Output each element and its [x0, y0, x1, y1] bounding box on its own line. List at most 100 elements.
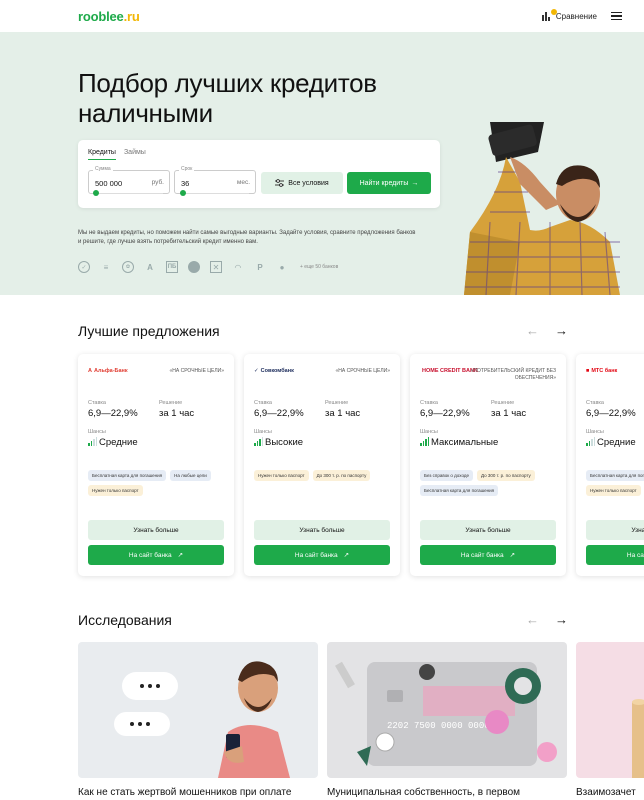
- article-card-image[interactable]: [576, 642, 644, 778]
- arrow-left-icon[interactable]: ←: [526, 323, 539, 338]
- arrow-left-icon[interactable]: ←: [526, 612, 539, 627]
- go-to-bank-label: На сайт банка: [128, 551, 172, 559]
- term-slider-handle[interactable]: [180, 190, 186, 196]
- tab-credits[interactable]: Кредиты: [88, 149, 116, 160]
- article-image-coins: [632, 699, 644, 778]
- offer-tags: Без справок о доходе До 300 т. р. по пасп…: [420, 470, 558, 496]
- alfa-logo-icon: A: [147, 262, 153, 272]
- bank-logo-icon: ✓: [254, 368, 259, 374]
- sber-logo-icon: ✓: [78, 261, 90, 273]
- external-link-icon: ↗: [177, 552, 184, 559]
- go-to-bank-button[interactable]: На сайт банка ↗: [88, 545, 224, 565]
- term-field[interactable]: Срок 36 мес.: [174, 166, 256, 196]
- chances-label: Шансы: [420, 429, 438, 435]
- find-credits-label: Найти кредиты: [359, 179, 409, 187]
- find-credits-button[interactable]: Найти кредиты →: [347, 172, 431, 194]
- offer-card[interactable]: A Альфа-Банк «НА СРОЧНЫЕ ЦЕЛИ» Ставка 6,9—22…: [78, 354, 234, 576]
- learn-more-button[interactable]: Узнать больше: [586, 520, 644, 540]
- bank-name: Альфа-Банк: [93, 368, 128, 374]
- offer-tags: Бесплатная карта для погашенияНа любые ц…: [586, 470, 644, 496]
- article-title[interactable]: Взаимозачет: [576, 787, 636, 798]
- go-to-bank-button[interactable]: На сайт банка↗: [420, 545, 556, 565]
- go-to-bank-label: На сайт банка: [294, 551, 338, 559]
- rate-label: Ставка: [586, 400, 604, 406]
- go-to-bank-button[interactable]: На сайт банка ↗: [254, 545, 390, 565]
- offer-tag: Нужен только паспорт: [254, 470, 309, 481]
- offer-tag: На любые цели: [170, 470, 211, 481]
- tab-loans[interactable]: Займы: [124, 149, 146, 160]
- article-card-image[interactable]: 2202 7500 0000 0000: [327, 642, 567, 778]
- article-image-card: 2202 7500 0000 0000: [335, 661, 557, 766]
- offer-tag: Без справок о доходе: [420, 470, 473, 481]
- offer-card[interactable]: HOME CREDIT BANK «ПОТРЕБИТЕЛЬСКИЙ КРЕДИТ …: [410, 354, 566, 576]
- learn-more-button[interactable]: Узнать больше: [88, 520, 224, 540]
- learn-more-button[interactable]: Узнать больше: [420, 520, 556, 540]
- external-link-icon: ↗: [343, 552, 350, 559]
- rate-label: Ставка: [420, 400, 438, 406]
- article-card-image[interactable]: [78, 642, 318, 778]
- vtb-logo-icon: ≡: [103, 262, 109, 272]
- offers-carousel-arrows: ← →: [526, 323, 568, 338]
- decision-label: Решение: [325, 400, 349, 406]
- arrow-right-icon[interactable]: →: [555, 323, 568, 338]
- decision-value: за 1 час: [325, 408, 361, 419]
- amount-field[interactable]: Сумма 500 000 руб.: [88, 166, 170, 196]
- chances-meter-icon: [586, 437, 595, 446]
- rate-value: 6,9—22,9%: [254, 408, 304, 419]
- program-name: «НА СРОЧНЫЕ ЦЕЛИ»: [335, 368, 390, 374]
- amount-slider-handle[interactable]: [93, 190, 99, 196]
- decision-value: за 1 час: [159, 408, 195, 419]
- page: rooblee.ru Сравнение Подбор лучших креди…: [0, 0, 644, 800]
- compare-link[interactable]: Сравнение: [541, 8, 597, 21]
- rate-label: Ставка: [254, 400, 272, 406]
- rate-label: Ставка: [88, 400, 106, 406]
- chances-value: Максимальные: [431, 437, 499, 448]
- bank-logo: ✓ Совкомбанк: [254, 368, 294, 374]
- all-conditions-button[interactable]: Все условия: [261, 172, 343, 194]
- pb-logo-icon: ПБ: [166, 261, 178, 273]
- chances-label: Шансы: [586, 429, 604, 435]
- program-name: «ПОТРЕБИТЕЛЬСКИЙ КРЕДИТ БЕЗ ОБЕСПЕЧЕНИЯ»: [470, 368, 556, 381]
- term-value: 36: [181, 179, 190, 188]
- bank-logo-icon: ■: [586, 368, 590, 374]
- bank-logos-row: ✓ ≡ ✿ A ПБ ✕ ◠ P ● + еще 50 банков: [78, 261, 338, 273]
- credit-search-form: Кредиты Займы Сумма 500 000 руб. Срок 36…: [78, 140, 440, 208]
- hero-description: Мы не выдаем кредиты, но поможем найти с…: [78, 230, 416, 245]
- offer-card[interactable]: ■МТС банкСтавка6,9—22,9%Решениеза 1 часШ…: [576, 354, 644, 576]
- chances-meter-icon: [88, 437, 97, 446]
- go-to-bank-button[interactable]: На сайт банка↗: [586, 545, 644, 565]
- arrow-right-icon[interactable]: →: [555, 612, 568, 627]
- article-title[interactable]: Как не стать жертвой мошенников при опла…: [78, 787, 291, 798]
- menu-icon[interactable]: [611, 12, 622, 20]
- offer-tag: Нужен только паспорт: [88, 485, 143, 496]
- offer-tag: Бесплатная карта для погашения: [420, 485, 499, 496]
- offer-card[interactable]: ✓ Совкомбанк «НА СРОЧНЫЕ ЦЕЛИ» Ставка 6,9—22…: [244, 354, 400, 576]
- rate-value: 6,9—22,9%: [88, 408, 138, 419]
- site-logo[interactable]: rooblee.ru: [78, 9, 140, 24]
- article-image-chat: [114, 661, 290, 778]
- decision-label: Решение: [159, 400, 183, 406]
- card-number-text: 2202 7500 0000 0000: [387, 721, 490, 731]
- term-unit: мес.: [236, 179, 250, 186]
- chances-label: Шансы: [254, 429, 272, 435]
- bank-logo: A Альфа-Банк: [88, 368, 128, 374]
- offer-tags: Бесплатная карта для погашенияНа любые ц…: [88, 470, 226, 496]
- hero-title: Подбор лучших кредитов наличными: [78, 68, 377, 128]
- bank-name: Совкомбанк: [260, 368, 294, 374]
- offer-tag: Бесплатная карта для погашения: [586, 470, 644, 481]
- offer-tags: Нужен только паспорт До 300 т. р. по пасп…: [254, 470, 392, 481]
- amount-label: Сумма: [93, 166, 113, 172]
- article-title[interactable]: Муниципальная собственность, в первом: [327, 787, 520, 798]
- compare-label: Сравнение: [555, 11, 597, 21]
- chances-value: Высокие: [265, 437, 304, 448]
- bank-name: МТС банк: [591, 368, 618, 374]
- research-section-title: Исследования: [78, 612, 172, 628]
- offer-tag: Бесплатная карта для погашения: [88, 470, 167, 481]
- chances-meter-icon: [420, 437, 429, 446]
- filter-icon: [275, 179, 285, 187]
- rate-value: 6,9—22,9%: [420, 408, 470, 419]
- learn-more-button[interactable]: Узнать больше: [254, 520, 390, 540]
- bank-logo: ■ МТС банк: [586, 368, 617, 374]
- raiffeisen-logo-icon: ✕: [210, 261, 222, 273]
- learn-more-label: Узнать больше: [299, 526, 345, 534]
